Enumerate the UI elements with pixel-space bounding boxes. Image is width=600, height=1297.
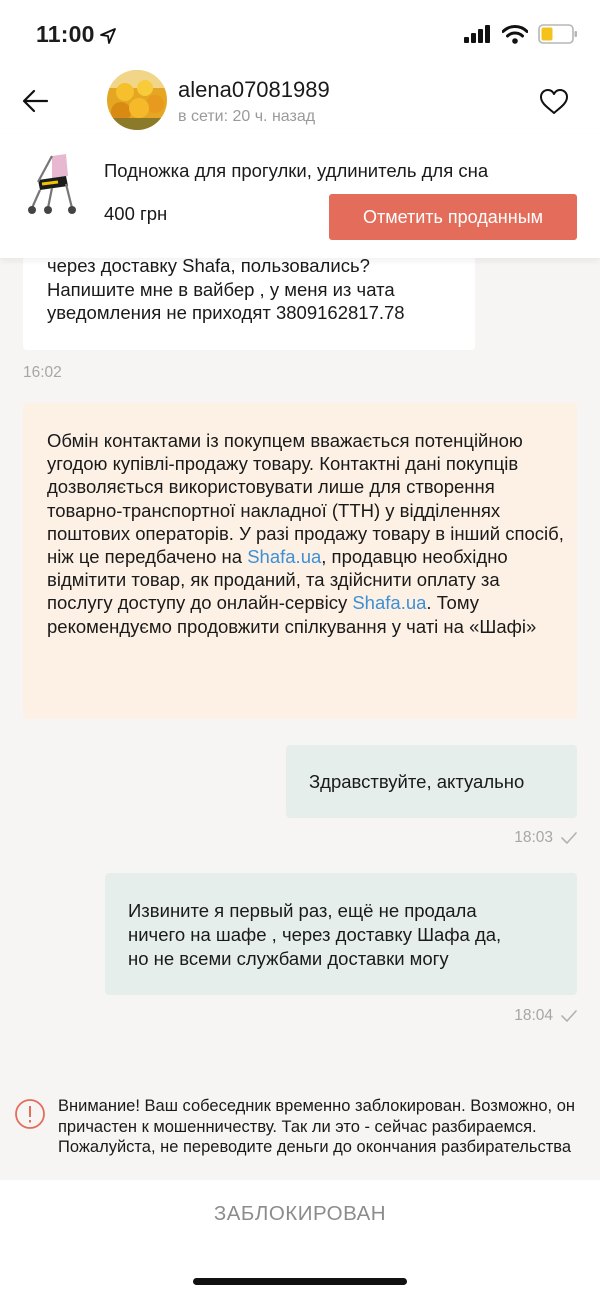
message-time: 18:03	[514, 829, 553, 846]
blocked-label: ЗАБЛОКИРОВАН	[213, 1202, 387, 1225]
product-card[interactable]: Подножка для прогулки, удлинитель для сн…	[0, 134, 600, 258]
alert-icon	[15, 1099, 45, 1129]
signal-icon	[464, 25, 490, 43]
blocked-footer: ЗАБЛОКИРОВАН	[0, 1180, 600, 1297]
checkmark-icon	[561, 1010, 577, 1022]
product-title[interactable]: Подножка для прогулки, удлинитель для сн…	[104, 160, 488, 182]
shafa-link[interactable]: Shafa.ua	[352, 592, 426, 613]
warning-text: Внимание! Ваш собеседник временно заблок…	[58, 1097, 575, 1156]
message-meta: 18:03	[514, 829, 577, 847]
message-text: Здравствуйте, актуально	[309, 771, 525, 792]
message-text: через доставку Shafa, пользовались? Напи…	[47, 255, 405, 323]
online-status: в сети: 20 ч. назад	[178, 108, 316, 125]
status-time: 11:00	[36, 21, 95, 47]
status-bar: 11:00	[0, 0, 600, 66]
product-thumbnail[interactable]	[22, 150, 80, 220]
message-meta: 18:04	[514, 1007, 577, 1025]
notice-text: Обмін контактами із покупцем вважається …	[47, 429, 567, 638]
status-indicators	[464, 24, 578, 44]
wifi-icon	[502, 24, 528, 44]
message-text: Извините я первый раз, ещё не продала ни…	[128, 900, 502, 969]
shafa-link[interactable]: Shafa.ua	[247, 546, 321, 567]
outgoing-message: Извините я первый раз, ещё не продала ни…	[105, 873, 577, 995]
block-warning: Внимание! Ваш собеседник временно заблок…	[0, 1092, 600, 1180]
chat-screen: 11:00 alena07081989 в сети: 20 ч. назад …	[0, 0, 600, 1297]
back-arrow-icon[interactable]	[20, 86, 50, 116]
message-time: 16:02	[23, 364, 62, 381]
product-price: 400 грн	[104, 203, 168, 224]
mark-sold-button[interactable]: Отметить проданным	[329, 194, 577, 240]
battery-icon	[538, 24, 577, 44]
avatar[interactable]	[107, 70, 167, 130]
location-arrow-icon	[100, 28, 116, 44]
checkmark-icon	[561, 832, 577, 844]
heart-icon[interactable]	[538, 86, 570, 118]
message-time: 18:04	[514, 1007, 553, 1024]
outgoing-message: Здравствуйте, актуально	[286, 745, 577, 818]
home-indicator[interactable]	[193, 1278, 407, 1285]
username[interactable]: alena07081989	[178, 77, 330, 103]
chat-header: alena07081989 в сети: 20 ч. назад	[0, 66, 600, 134]
system-notice: Обмін контактами із покупцем вважається …	[23, 403, 577, 719]
